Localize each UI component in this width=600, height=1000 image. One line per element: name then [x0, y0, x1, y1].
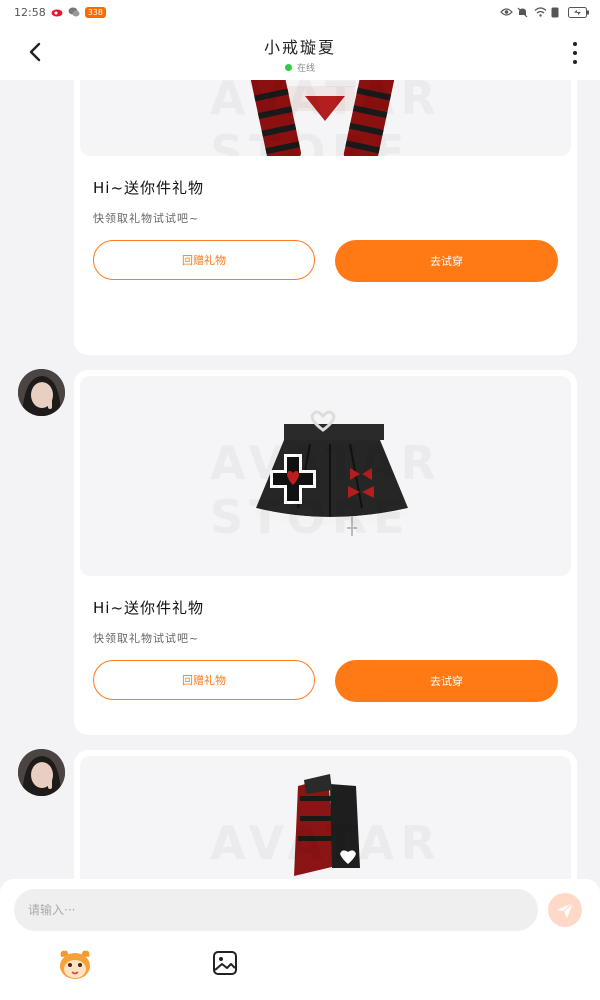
- try-on-button[interactable]: 去试穿: [335, 660, 558, 702]
- more-vertical-icon-dot: [573, 51, 577, 55]
- gift-message-card: AVATAR STORE: [74, 80, 577, 355]
- online-status-label: 在线: [296, 64, 315, 74]
- gift-message-subtitle: 快领取礼物试试吧~: [93, 212, 200, 225]
- return-gift-button[interactable]: 回赠礼物: [93, 660, 315, 700]
- header-title-block: 小戒璇夏 在线: [0, 34, 600, 74]
- watermark: AVATAR STORE: [210, 80, 571, 156]
- avatar[interactable]: [18, 369, 65, 416]
- status-bar: 12:58 338: [0, 0, 600, 24]
- try-on-button[interactable]: 去试穿: [335, 240, 558, 282]
- mute-bell-icon: [517, 7, 529, 18]
- avatar-image: [18, 749, 65, 796]
- contact-name: 小戒璇夏: [263, 38, 336, 57]
- eye-icon: [500, 7, 513, 17]
- gift-item-image-skirt[interactable]: AVATAR STORE: [80, 376, 571, 576]
- gift-item-image-boots[interactable]: AVATAR STORE: [80, 756, 571, 880]
- wechat-icon: [68, 7, 80, 17]
- status-bar-left: 12:58 338: [14, 6, 106, 19]
- watermark: AVATAR STORE: [210, 816, 571, 880]
- gift-message-title: Hi~送你件礼物: [93, 179, 205, 197]
- input-bar: [0, 879, 600, 1000]
- battery-icon: [568, 7, 590, 18]
- gift-message-title: Hi~送你件礼物: [93, 599, 205, 617]
- more-options-button[interactable]: [568, 40, 582, 66]
- mascot-button[interactable]: [57, 947, 93, 981]
- status-time: 12:58: [14, 5, 46, 19]
- weibo-icon: [51, 7, 63, 17]
- wifi-icon: [534, 7, 547, 17]
- send-button[interactable]: [548, 893, 582, 927]
- status-bar-right: [500, 7, 590, 18]
- send-icon: [557, 902, 574, 918]
- chat-messages[interactable]: AVATAR STORE: [0, 80, 600, 880]
- image-icon: [213, 951, 237, 975]
- image-button[interactable]: [211, 949, 239, 977]
- online-dot: [284, 64, 292, 71]
- watermark: AVATAR STORE: [210, 436, 571, 544]
- avatar-image: [18, 369, 65, 416]
- gift-item-image-top[interactable]: AVATAR STORE: [80, 80, 571, 156]
- return-gift-button[interactable]: 回赠礼物: [93, 240, 315, 280]
- chat-header: 小戒璇夏 在线: [0, 24, 600, 80]
- more-vertical-icon: [573, 42, 577, 46]
- mascot-icon: [60, 950, 90, 979]
- more-vertical-icon-dot: [573, 60, 577, 64]
- online-status: 在线: [0, 61, 600, 74]
- gift-message-card: AVATAR STORE: [74, 750, 577, 880]
- notification-badge: 338: [84, 6, 106, 18]
- avatar[interactable]: [18, 749, 65, 796]
- gift-message-subtitle: 快领取礼物试试吧~: [93, 632, 200, 645]
- sim-icon: [551, 7, 563, 18]
- gift-message-card: AVATAR STORE: [74, 370, 577, 735]
- message-input[interactable]: [14, 889, 538, 931]
